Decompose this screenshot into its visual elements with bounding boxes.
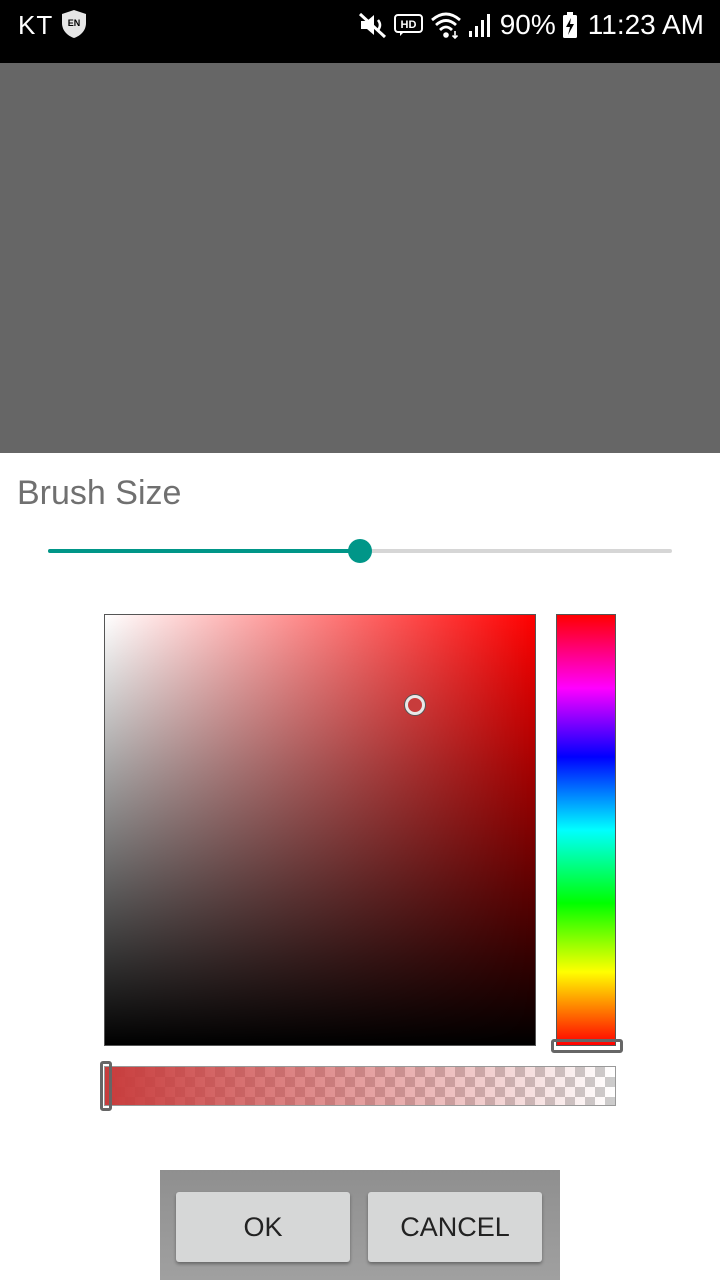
shield-badge-text: EN [68, 18, 81, 28]
alpha-slider-handle[interactable] [100, 1061, 112, 1111]
brush-size-label: Brush Size [17, 474, 182, 512]
signal-icon [468, 14, 490, 37]
hd-badge-text: HD [400, 19, 416, 31]
carrier-label: KT [18, 10, 54, 40]
hue-slider[interactable] [551, 614, 623, 1053]
battery-charging-icon [562, 12, 577, 38]
brush-size-slider-fill [48, 549, 360, 553]
saturation-value-panel[interactable] [104, 614, 536, 1046]
ok-button[interactable]: OK [176, 1192, 350, 1262]
battery-percent: 90% [499, 9, 556, 40]
alpha-gradient [105, 1067, 615, 1105]
hd-icon: HD [393, 14, 423, 36]
shield-icon: EN [62, 10, 86, 38]
brush-size-slider-thumb[interactable] [348, 539, 372, 563]
status-bar: KT EN HD 90% 11:23 AM [0, 0, 720, 63]
clock: 11:23 AM [587, 9, 704, 40]
color-selector-cursor[interactable] [404, 695, 425, 716]
brush-preview-canvas [0, 63, 720, 453]
dialog-button-bar: OK CANCEL [160, 1170, 560, 1280]
status-icons: HD 90% 11:23 AM [358, 8, 704, 42]
hue-slider-handle[interactable] [551, 1039, 623, 1053]
brush-size-slider[interactable] [48, 539, 672, 563]
mute-icon [358, 12, 386, 39]
alpha-slider[interactable] [100, 1061, 616, 1111]
wifi-icon [430, 12, 461, 39]
cancel-button[interactable]: CANCEL [368, 1192, 542, 1262]
